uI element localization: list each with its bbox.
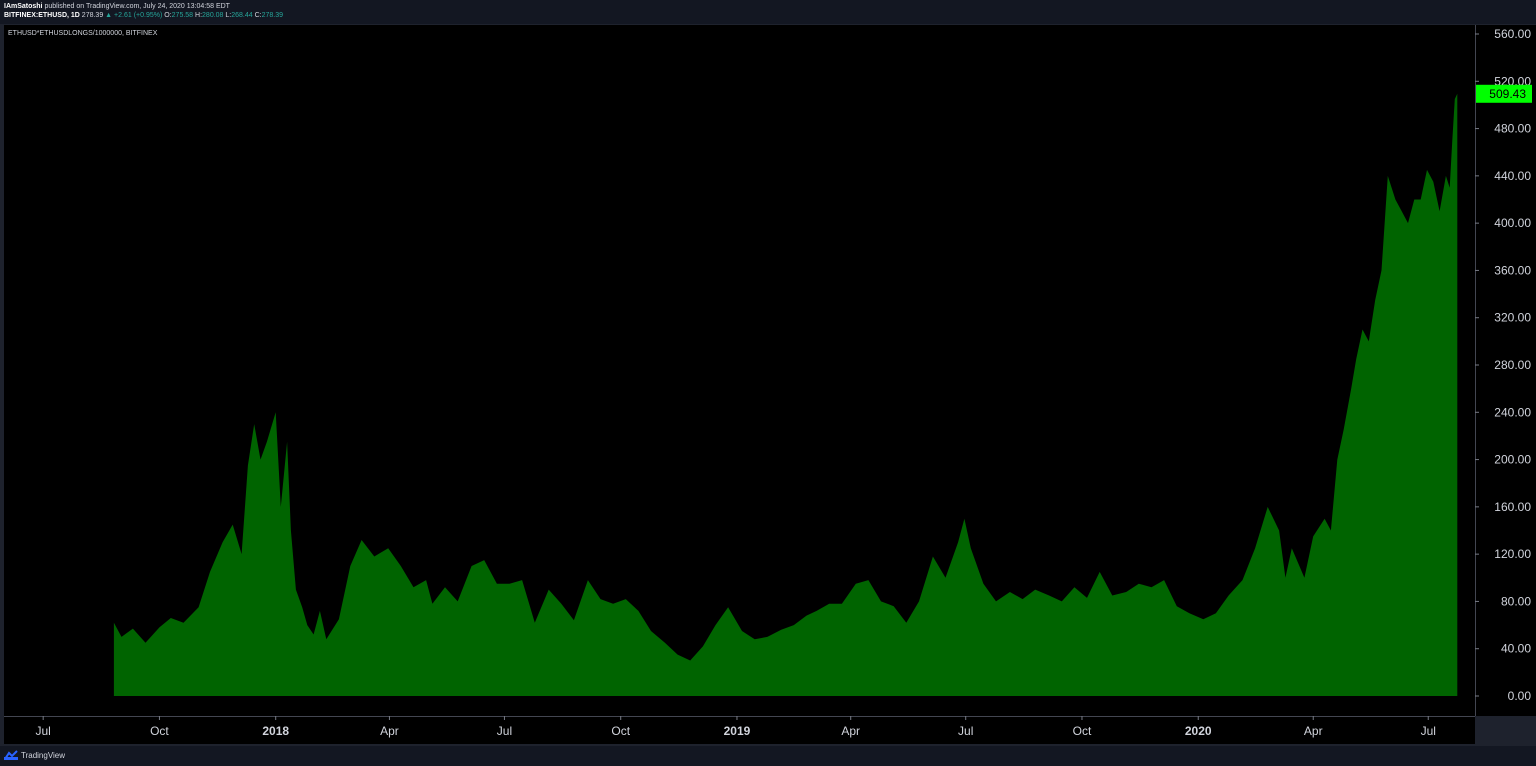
x-tick-label: Oct <box>611 724 630 738</box>
open-label: O: <box>164 12 172 19</box>
high-value: 280.08 <box>202 12 224 19</box>
time-axis[interactable]: Jul Oct 2018 Apr Jul Oct 2019 Apr Jul Oct 2020 Apr J… <box>4 716 1475 744</box>
x-tick-label: 2020 <box>1185 724 1212 738</box>
y-tick-label: 360.00 <box>1494 263 1531 277</box>
y-tick-label: 440.00 <box>1494 169 1531 183</box>
low-value: 268.44 <box>231 12 253 19</box>
x-tick-label: 2019 <box>724 724 751 738</box>
y-tick-label: 200.00 <box>1494 453 1531 467</box>
y-tick-label: 320.00 <box>1494 311 1531 325</box>
chart-header: IAmSatoshi published on TradingView.com,… <box>0 0 1536 24</box>
tradingview-logo-icon <box>4 750 18 760</box>
open-value: 275.58 <box>171 12 194 19</box>
ohlc-line: BITFINEX:ETHUSD, 1D 278.39 ▲ +2.61 (+0.9… <box>4 11 283 21</box>
y-tick-label: 560.00 <box>1494 27 1531 41</box>
tradingview-brand[interactable]: TradingView <box>4 750 65 760</box>
y-tick-label: 40.00 <box>1501 642 1531 656</box>
x-tick-label: 2018 <box>262 724 289 738</box>
y-tick-label: 120.00 <box>1494 547 1531 561</box>
x-tick-label: Apr <box>380 724 399 738</box>
x-tick-label: Apr <box>1304 724 1323 738</box>
area-series <box>113 93 1458 697</box>
close-label: C: <box>254 12 262 19</box>
time-axis-svg: Jul Oct 2018 Apr Jul Oct 2019 Apr Jul Oct 2020 Apr J… <box>4 716 1475 738</box>
publish-info: published on TradingView.com, July 24, 2… <box>44 3 230 10</box>
x-tick-label: Oct <box>1073 724 1092 738</box>
brand-label: TradingView <box>21 750 66 760</box>
x-tick-label: Jul <box>1421 724 1436 738</box>
x-tick-label: Jul <box>497 724 512 738</box>
price-change: ▲ +2.61 (+0.95%) <box>105 12 163 19</box>
y-tick-label: 80.00 <box>1501 594 1531 608</box>
last-price: 278.39 <box>81 12 104 19</box>
x-tick-label: Apr <box>841 724 860 738</box>
x-tick-label: Jul <box>958 724 973 738</box>
y-tick-label: 240.00 <box>1494 405 1531 419</box>
symbol-label: BITFINEX:ETHUSD, 1D <box>4 12 80 19</box>
footer: TradingView <box>0 746 1536 766</box>
y-tick-label: 400.00 <box>1494 216 1531 230</box>
y-tick-label: 160.00 <box>1494 500 1531 514</box>
author-name[interactable]: IAmSatoshi <box>4 3 43 10</box>
x-tick-label: Jul <box>36 724 51 738</box>
y-tick-label: 0.00 <box>1508 689 1532 703</box>
y-tick-label: 480.00 <box>1494 122 1531 136</box>
last-value-label: 509.43 <box>1489 87 1526 101</box>
high-label: H: <box>195 12 203 19</box>
series-label: ETHUSD*ETHUSDLONGS/1000000, BITFINEX <box>8 30 158 37</box>
x-tick-label: Oct <box>150 724 169 738</box>
plot-area[interactable] <box>4 25 1475 716</box>
area-chart <box>113 93 1458 697</box>
price-axis[interactable]: 560.00 520.00 480.00 440.00 400.00 360.00 320.… <box>1475 25 1536 716</box>
price-axis-svg: 560.00520.00480.00440.00400.00360.00320.… <box>1475 25 1532 716</box>
y-tick-label: 280.00 <box>1494 358 1531 372</box>
close-value: 278.39 <box>261 12 284 19</box>
